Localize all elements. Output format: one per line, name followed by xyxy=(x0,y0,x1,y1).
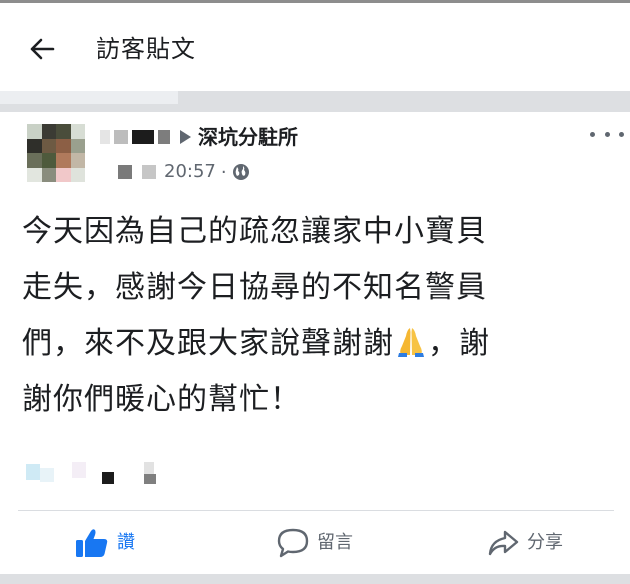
post-text-line: 今天因為自己的疏忽讓家中小寶貝 xyxy=(22,214,487,249)
back-button[interactable] xyxy=(22,31,62,67)
blurred-meta xyxy=(118,165,156,179)
share-button[interactable]: 分享 xyxy=(420,512,630,574)
more-horizontal-icon xyxy=(590,131,595,137)
post-meta: 20:57 · xyxy=(118,160,250,184)
thumbs-up-icon xyxy=(76,529,108,557)
folded-hands-emoji xyxy=(398,328,424,357)
comment-bubble-icon xyxy=(277,528,309,558)
arrow-left-icon xyxy=(30,38,55,60)
more-options-button[interactable] xyxy=(590,124,624,144)
comment-label: 留言 xyxy=(317,532,353,553)
post-actions: 讚 留言 分享 xyxy=(0,512,630,574)
avatar[interactable] xyxy=(27,124,85,182)
page-title: 訪客貼文 xyxy=(96,35,196,63)
post-timestamp[interactable]: 20:57 xyxy=(164,160,216,184)
post-body: 今天因為自己的疏忽讓家中小寶貝 走失，感謝今日協尋的不知名警員 們，來不及跟大家… xyxy=(22,204,622,428)
share-arrow-icon xyxy=(488,530,519,556)
like-label: 讚 xyxy=(117,532,135,553)
page-name-link[interactable]: 深坑分駐所 xyxy=(198,123,298,151)
post-text-line: 們，來不及跟大家說聲謝謝 ，謝 xyxy=(22,326,490,361)
bottom-divider xyxy=(0,574,630,584)
post-card: 深坑分駐所 20:57 · 今天因為自己的疏忽讓家中小寶貝 走失，感謝今日協尋的… xyxy=(0,112,630,574)
section-divider xyxy=(0,91,630,112)
post-text-line: 走失，感謝今日協尋的不知名警員 xyxy=(22,270,487,305)
like-button[interactable]: 讚 xyxy=(0,512,210,574)
meta-separator: · xyxy=(220,161,227,183)
post-author-row: 深坑分駐所 xyxy=(100,122,298,152)
blurred-author-name xyxy=(100,130,170,144)
share-label: 分享 xyxy=(527,532,563,553)
globe-icon xyxy=(232,163,250,181)
triangle-right-icon xyxy=(176,127,194,147)
app-header: 訪客貼文 xyxy=(0,3,630,91)
comment-button[interactable]: 留言 xyxy=(210,512,420,574)
blurred-reaction-summary xyxy=(24,458,174,488)
post-text-line: 謝你們暖心的幫忙！ xyxy=(22,382,301,417)
action-divider xyxy=(18,510,614,511)
